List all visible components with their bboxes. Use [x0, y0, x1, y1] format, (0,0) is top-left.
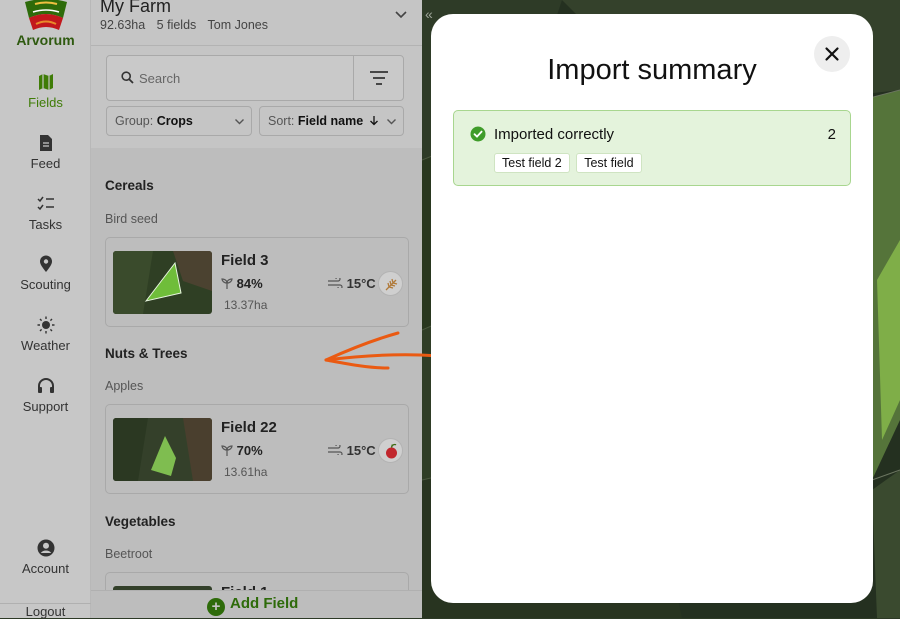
wind-icon	[328, 276, 343, 290]
bird-seed-icon	[378, 271, 403, 296]
farm-owner: Tom Jones	[207, 18, 268, 32]
farm-selector[interactable]: My Farm 92.63ha 5 fields Tom Jones	[91, 0, 422, 46]
field-health: 70%	[221, 443, 263, 458]
logout-label: Logout	[25, 604, 66, 619]
farm-area: 92.63ha	[100, 18, 146, 32]
app-logo[interactable]: Arvorum	[0, 0, 91, 52]
group-title: Vegetables	[105, 514, 176, 529]
sprout-icon	[221, 445, 233, 456]
nav-item-weather[interactable]: Weather	[0, 316, 91, 353]
logo-mark-icon	[24, 0, 67, 30]
sort-select[interactable]: Sort: Field name	[259, 106, 404, 136]
checklist-icon	[36, 196, 54, 211]
field-area: 13.37ha	[224, 298, 268, 312]
farm-name: My Farm	[100, 0, 171, 16]
field-temp-value: 15°C	[346, 276, 376, 291]
field-card[interactable]: Field 22 70% 13.61ha 15°C	[105, 404, 409, 494]
sort-value: Field name	[297, 114, 364, 128]
nav-label: Weather	[21, 338, 70, 353]
search-divider	[353, 56, 354, 100]
chevron-down-icon	[235, 119, 244, 125]
group-title: Nuts & Trees	[105, 346, 188, 361]
nav-label: Account	[22, 561, 69, 576]
field-thumbnail	[113, 251, 212, 314]
nav-label: Scouting	[20, 277, 71, 292]
group-value: Crops	[156, 114, 193, 128]
wind-icon	[328, 443, 343, 457]
plus-icon: +	[207, 598, 225, 616]
nav-label: Fields	[28, 95, 63, 110]
imported-field-tag: Test field	[576, 153, 642, 173]
farm-meta: 92.63ha 5 fields Tom Jones	[100, 18, 276, 32]
nav-item-scouting[interactable]: Scouting	[0, 255, 91, 292]
dialog-title: Import summary	[547, 54, 757, 86]
field-health: 84%	[221, 276, 263, 291]
logout-link[interactable]: Logout	[0, 603, 91, 619]
nav-label: Tasks	[28, 217, 63, 232]
add-field-button[interactable]: + Add Field	[91, 590, 422, 618]
field-health-value: 84%	[236, 276, 263, 291]
sort-label: Sort:	[268, 114, 295, 128]
sun-icon	[37, 316, 54, 334]
logo-text: Arvorum	[16, 32, 75, 48]
field-temp-value: 15°C	[346, 443, 376, 458]
field-name: Field 22	[221, 419, 277, 436]
search-input[interactable]: Search	[106, 55, 404, 101]
nav-item-feed[interactable]: Feed	[0, 134, 91, 171]
result-label: Imported correctly	[494, 126, 615, 143]
sprout-icon	[221, 278, 233, 289]
sidebar-nav: Arvorum Fields Feed Tasks Scouting Weath…	[0, 0, 91, 619]
map-icon	[38, 74, 53, 90]
crop-title: Beetroot	[105, 547, 153, 561]
list-controls: Search Group: Crops Sort: Field name	[91, 46, 422, 148]
fields-panel: My Farm 92.63ha 5 fields Tom Jones Searc…	[91, 0, 422, 618]
group-title: Cereals	[105, 178, 154, 193]
import-result-success: Imported correctly 2 Test field 2 Test f…	[453, 110, 851, 186]
farm-fields-count: 5 fields	[156, 18, 197, 32]
field-name: Field 3	[221, 252, 269, 269]
nav-item-fields[interactable]: Fields	[0, 73, 91, 110]
imported-field-tag: Test field 2	[494, 153, 570, 173]
import-summary-dialog: Import summary Imported correctly 2 Test…	[431, 14, 873, 603]
nav-item-support[interactable]: Support	[0, 377, 91, 414]
result-count: 2	[827, 126, 836, 143]
field-health-value: 70%	[236, 443, 263, 458]
field-weather: 15°C	[327, 443, 376, 458]
group-select[interactable]: Group: Crops	[106, 106, 252, 136]
group-label: Group:	[115, 114, 154, 128]
nav-label: Feed	[30, 156, 61, 171]
check-circle-icon	[470, 126, 486, 142]
chevron-down-icon[interactable]	[394, 8, 408, 22]
nav-label: Support	[22, 399, 69, 414]
location-pin-icon	[39, 255, 52, 272]
search-placeholder: Search	[139, 71, 181, 86]
field-weather: 15°C	[327, 276, 376, 291]
imported-fields-list: Test field 2 Test field	[494, 153, 644, 173]
add-field-label: Add Field	[230, 595, 299, 612]
arrow-down-icon	[369, 116, 378, 126]
headset-icon	[37, 378, 54, 393]
collapse-panel-button[interactable]: «	[425, 6, 433, 22]
nav-item-tasks[interactable]: Tasks	[0, 195, 91, 232]
chevron-down-icon	[387, 119, 396, 125]
apple-icon	[378, 438, 403, 463]
field-thumbnail	[113, 418, 212, 481]
document-icon	[39, 135, 52, 151]
account-icon	[37, 539, 54, 557]
nav-item-account[interactable]: Account	[0, 539, 91, 576]
field-area: 13.61ha	[224, 465, 268, 479]
filter-icon[interactable]	[369, 70, 389, 86]
crop-title: Bird seed	[105, 212, 158, 226]
field-card[interactable]: Field 3 84% 13.37ha 15°C	[105, 237, 409, 327]
crop-title: Apples	[105, 379, 144, 393]
search-icon	[121, 71, 134, 84]
